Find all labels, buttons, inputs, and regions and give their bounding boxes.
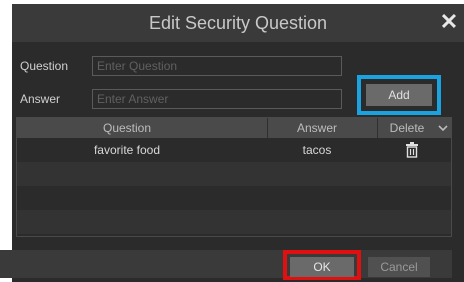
- dialog-title: Edit Security Question: [148, 13, 328, 33]
- chevron-down-icon[interactable]: [436, 119, 450, 137]
- question-input[interactable]: [92, 56, 342, 76]
- column-header-question: Question: [102, 121, 152, 135]
- answer-input[interactable]: [92, 89, 342, 109]
- table-header: Question Answer Delete: [17, 118, 451, 138]
- column-header-delete: Delete: [389, 121, 425, 135]
- question-label: Question: [20, 59, 69, 73]
- ok-button[interactable]: OK: [290, 257, 354, 277]
- row-question: favorite food: [93, 143, 161, 157]
- table-row: favorite food tacos: [17, 138, 451, 162]
- answer-label: Answer: [20, 92, 61, 106]
- table-row: [17, 162, 451, 186]
- close-icon[interactable]: ✕: [438, 11, 460, 33]
- trash-icon[interactable]: [405, 142, 419, 158]
- security-questions-table: Question Answer Delete favorite food tac…: [16, 117, 452, 237]
- row-answer: tacos: [302, 143, 332, 157]
- dialog-titlebar: Edit Security Question ✕: [12, 4, 464, 42]
- cancel-button[interactable]: Cancel: [368, 257, 430, 277]
- add-button[interactable]: Add: [366, 84, 432, 106]
- column-header-answer: Answer: [296, 121, 337, 135]
- table-row: [17, 210, 451, 234]
- table-row: [17, 186, 451, 210]
